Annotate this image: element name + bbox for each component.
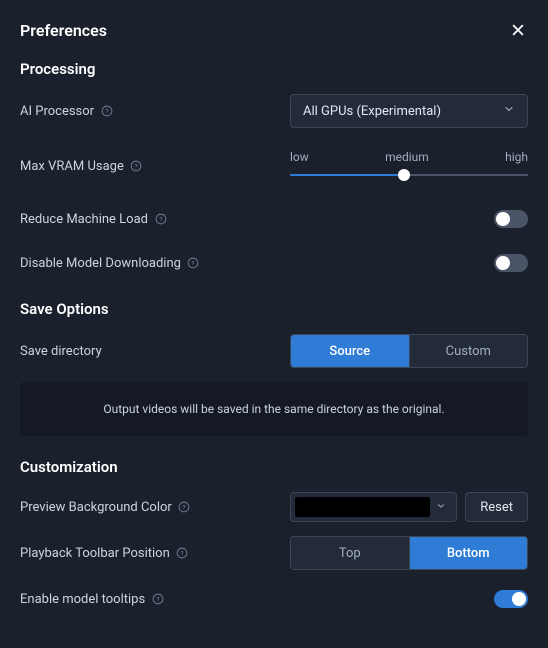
toolbar-position-label: Playback Toolbar Position — [20, 546, 170, 561]
help-icon[interactable]: ? — [151, 593, 164, 606]
toolbar-position-top[interactable]: Top — [291, 537, 409, 569]
save-info-box: Output videos will be saved in the same … — [20, 382, 528, 436]
help-icon[interactable]: ? — [178, 501, 191, 514]
bg-color-reset-button[interactable]: Reset — [465, 492, 528, 522]
slider-tick-medium: medium — [385, 150, 429, 164]
svg-text:?: ? — [135, 163, 138, 171]
bg-color-picker[interactable] — [290, 492, 457, 522]
save-directory-label: Save directory — [20, 344, 102, 359]
help-icon[interactable]: ? — [130, 160, 143, 173]
svg-text:?: ? — [192, 260, 195, 268]
processing-section-title: Processing — [20, 60, 528, 78]
slider-tick-high: high — [505, 150, 528, 164]
chevron-down-icon — [503, 103, 515, 119]
help-icon[interactable]: ? — [100, 105, 113, 118]
bg-color-label: Preview Background Color — [20, 500, 172, 515]
chevron-down-icon — [430, 500, 452, 515]
reduce-load-label: Reduce Machine Load — [20, 212, 148, 227]
save-directory-segmented: Source Custom — [290, 334, 528, 368]
toolbar-position-segmented: Top Bottom — [290, 536, 528, 570]
svg-text:?: ? — [159, 216, 162, 224]
close-icon — [511, 23, 525, 37]
tooltips-label: Enable model tooltips — [20, 592, 145, 607]
reduce-load-toggle[interactable] — [494, 210, 528, 228]
help-icon[interactable]: ? — [154, 213, 167, 226]
help-icon[interactable]: ? — [176, 547, 189, 560]
close-button[interactable] — [508, 20, 528, 40]
save-section-title: Save Options — [20, 300, 528, 318]
save-directory-custom[interactable]: Custom — [409, 335, 528, 367]
slider-tick-low: low — [290, 150, 309, 164]
slider-thumb[interactable] — [398, 169, 410, 181]
svg-text:?: ? — [181, 550, 184, 558]
disable-download-label: Disable Model Downloading — [20, 256, 181, 271]
save-directory-source[interactable]: Source — [291, 335, 409, 367]
ai-processor-label: AI Processor — [20, 104, 94, 119]
tooltips-toggle[interactable] — [494, 590, 528, 608]
ai-processor-value: All GPUs (Experimental) — [303, 104, 441, 119]
help-icon[interactable]: ? — [187, 257, 200, 270]
customization-section-title: Customization — [20, 458, 528, 476]
toolbar-position-bottom[interactable]: Bottom — [409, 537, 528, 569]
svg-text:?: ? — [105, 108, 108, 116]
bg-color-swatch — [295, 497, 430, 517]
ai-processor-select[interactable]: All GPUs (Experimental) — [290, 94, 528, 128]
page-title: Preferences — [20, 21, 107, 40]
vram-slider[interactable] — [290, 168, 528, 182]
svg-text:?: ? — [183, 504, 186, 512]
disable-download-toggle[interactable] — [494, 254, 528, 272]
vram-label: Max VRAM Usage — [20, 159, 124, 174]
